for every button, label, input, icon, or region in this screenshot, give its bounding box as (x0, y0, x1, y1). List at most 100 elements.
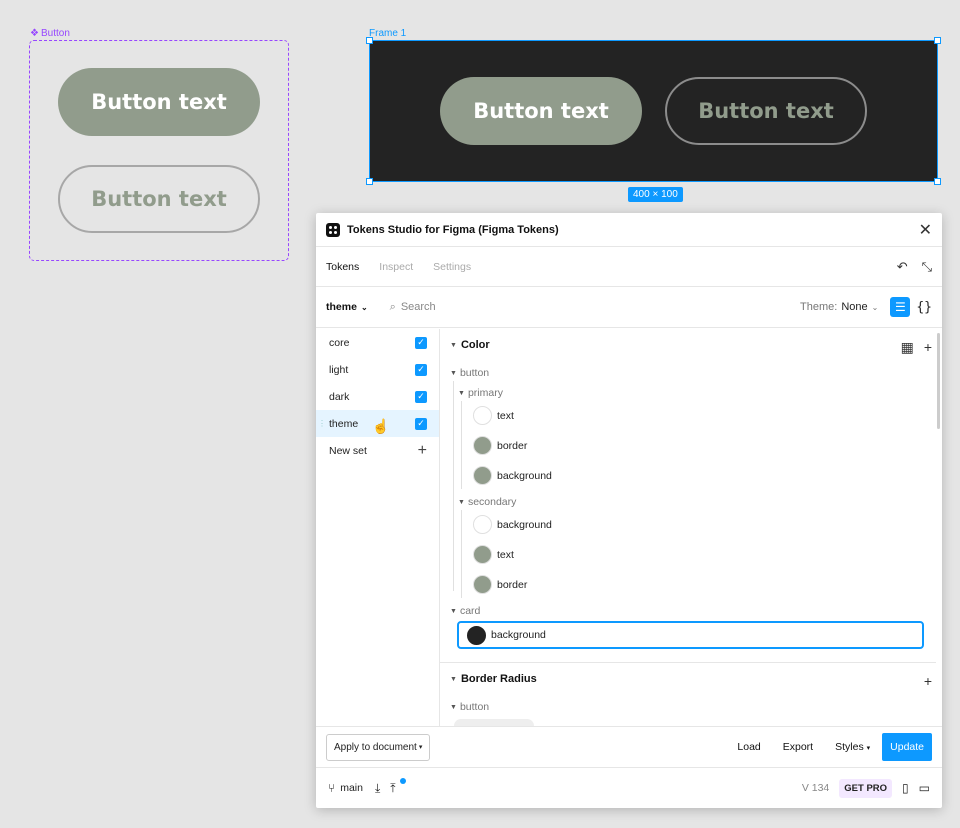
checkbox-checked-icon[interactable]: ✓ (415, 336, 427, 349)
group-color-header[interactable]: ▼ Color (450, 339, 490, 351)
apply-to-document-select[interactable]: Apply to document ▾ (326, 733, 431, 761)
plus-icon[interactable]: + (418, 442, 427, 460)
tab-tokens[interactable]: Tokens (326, 261, 359, 273)
tab-settings[interactable]: Settings (433, 261, 471, 273)
search-placeholder: Search (400, 301, 436, 313)
frame-primary-button[interactable]: Button text (440, 77, 642, 145)
push-upload-icon[interactable]: ⤒ (390, 781, 395, 796)
token-name: text (497, 409, 514, 422)
token-primary-border[interactable]: border (473, 436, 527, 455)
node-button[interactable]: ▼ button (450, 367, 489, 379)
styles-label: Styles (835, 741, 864, 753)
resize-handle-br[interactable] (934, 178, 941, 185)
set-label: theme (329, 417, 359, 430)
export-button[interactable]: Export (783, 741, 813, 753)
new-set-row[interactable]: New set + (316, 437, 439, 464)
theme-select[interactable]: Theme: None ⌄ (800, 301, 878, 313)
tree-line (453, 381, 454, 591)
component-box[interactable]: Button text Button text (29, 40, 289, 261)
git-branch-icon: ⑂ (328, 781, 336, 795)
primary-button-preview[interactable]: Button text (58, 68, 260, 136)
checkbox-checked-icon[interactable]: ✓ (415, 363, 427, 376)
checkbox-checked-icon[interactable]: ✓ (415, 417, 427, 430)
color-swatch (473, 406, 492, 425)
secondary-button-preview[interactable]: Button text (58, 165, 260, 233)
component-label[interactable]: ❖ Button (30, 28, 70, 39)
tab-bar: Tokens Inspect Settings ↶ ⤡ (316, 247, 942, 287)
token-sets-sidebar: core ✓ light ✓ dark ✓ ⋮ theme ☝ ✓ New se… (316, 329, 440, 726)
load-button[interactable]: Load (737, 741, 760, 753)
component-label-text: Button (40, 28, 70, 39)
token-secondary-background[interactable]: background (473, 515, 552, 534)
node-radius-button[interactable]: ▼ button (450, 701, 489, 713)
token-name: background (497, 469, 552, 482)
triangle-down-icon: ▼ (458, 498, 465, 506)
plugin-titlebar: Tokens Studio for Figma (Figma Tokens) ✕ (316, 213, 942, 247)
tokens-list: ▼ Color ▦ + ▼ button ▼ primary text bord… (440, 329, 942, 726)
minimize-icon[interactable]: ⤡ (922, 259, 932, 275)
sync-controls: ⤓ ⤒ (375, 777, 406, 796)
new-set-label: New set (329, 444, 367, 457)
grid-view-icon[interactable]: ▦ (901, 339, 914, 356)
status-bar: ⑂ main ⤓ ⤒ V 134 GET PRO ▯ ▭ (316, 767, 942, 808)
node-card[interactable]: ▼ card (450, 605, 480, 617)
node-primary[interactable]: ▼ primary (458, 387, 503, 399)
set-theme[interactable]: ⋮ theme ☝ ✓ (316, 410, 439, 437)
secondary-button-text: Button text (91, 187, 227, 211)
pull-download-icon[interactable]: ⤓ (375, 781, 380, 796)
branch-selector[interactable]: ⑂ main (328, 781, 363, 795)
token-primary-background[interactable]: background (473, 466, 552, 485)
group-border-radius-header[interactable]: ▼ Border Radius (450, 673, 537, 685)
apply-label: Apply to document (334, 741, 417, 753)
chevron-down-icon: ⌄ (360, 302, 368, 312)
frame-secondary-button[interactable]: Button text (665, 77, 867, 145)
plus-icon[interactable]: + (924, 339, 932, 356)
token-primary-text[interactable]: text (473, 406, 514, 425)
styles-menu[interactable]: Styles ▾ (835, 741, 870, 753)
plugin-title: Tokens Studio for Figma (Figma Tokens) (347, 223, 559, 236)
resize-handle-tr[interactable] (934, 37, 941, 44)
docs-book-icon[interactable]: ▯ (902, 781, 909, 795)
token-name: background (497, 518, 552, 531)
triangle-down-icon: ▼ (458, 389, 465, 397)
tree-line (461, 510, 462, 598)
token-secondary-border[interactable]: border (473, 575, 527, 594)
search-field[interactable]: ⌕ Search (390, 301, 436, 314)
frame-1[interactable]: Button text Button text (366, 37, 941, 185)
token-set-select[interactable]: theme ⌄ (326, 301, 368, 313)
group-divider (440, 662, 936, 663)
set-light[interactable]: light ✓ (316, 356, 439, 383)
resize-handle-bl[interactable] (366, 178, 373, 185)
undo-icon[interactable]: ↶ (897, 259, 908, 275)
token-name: border (497, 439, 528, 452)
checkbox-checked-icon[interactable]: ✓ (415, 390, 427, 403)
token-card-background[interactable]: background (457, 621, 924, 649)
close-icon[interactable]: ✕ (919, 220, 932, 240)
json-view-icon[interactable]: {} (916, 300, 932, 315)
feedback-chat-icon[interactable]: ▭ (919, 781, 930, 795)
get-pro-button[interactable]: GET PRO (839, 778, 893, 798)
set-dark[interactable]: dark ✓ (316, 383, 439, 410)
caret-down-icon: ▾ (866, 745, 871, 752)
token-secondary-text[interactable]: text (473, 545, 514, 564)
token-set-select-value: theme (326, 301, 357, 313)
scrollbar[interactable] (937, 333, 940, 429)
frame-label[interactable]: Frame 1 (369, 28, 406, 39)
plus-icon[interactable]: + (924, 673, 932, 689)
token-name: background (491, 629, 546, 641)
frame-size-badge: 400 × 100 (628, 187, 683, 202)
set-core[interactable]: core ✓ (316, 329, 439, 356)
color-swatch (467, 625, 486, 645)
drag-handle-icon[interactable]: ⋮ (318, 419, 326, 428)
update-button[interactable]: Update (882, 733, 932, 761)
pointer-cursor-icon: ☝ (372, 418, 390, 434)
node-secondary[interactable]: ▼ secondary (458, 496, 516, 508)
tokens-studio-panel: Tokens Studio for Figma (Figma Tokens) ✕… (316, 213, 942, 808)
resize-handle-tl[interactable] (366, 37, 373, 44)
tab-inspect[interactable]: Inspect (379, 261, 413, 273)
triangle-down-icon: ▼ (450, 369, 457, 377)
token-pill-partial[interactable] (454, 719, 534, 726)
token-name: border (497, 578, 528, 591)
node-label: card (459, 605, 481, 617)
list-view-icon[interactable]: ☰ (890, 297, 911, 317)
